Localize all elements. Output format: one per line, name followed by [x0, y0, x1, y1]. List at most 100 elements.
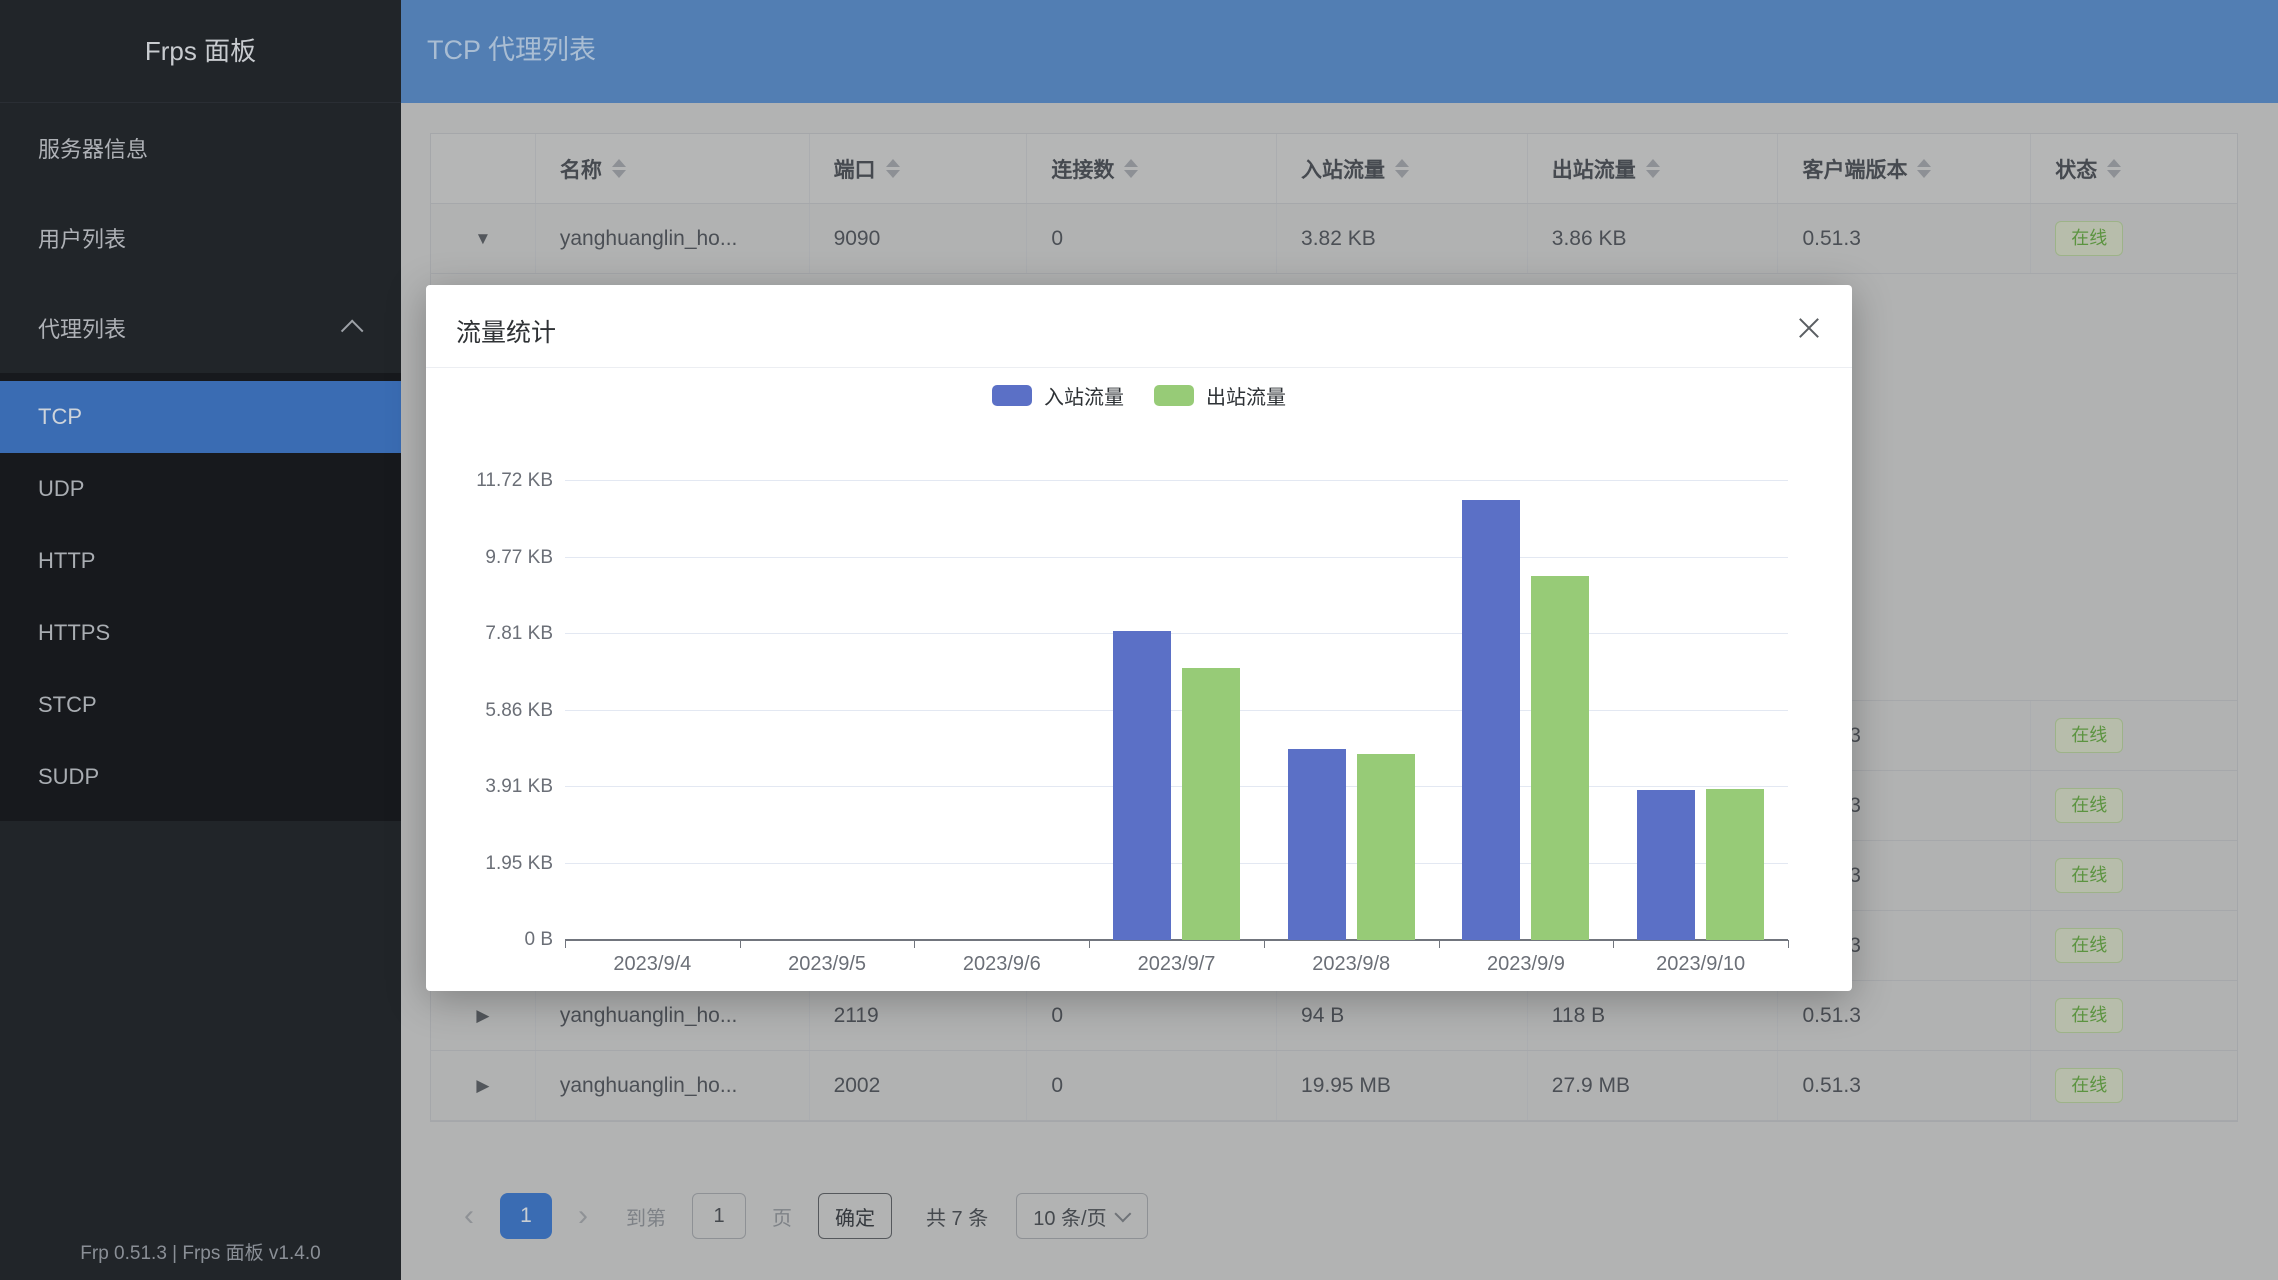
- column-header-name[interactable]: 名称: [536, 134, 810, 203]
- category-slot: [1264, 481, 1439, 940]
- sidebar-item-label: 服务器信息: [38, 132, 148, 164]
- sort-asc-icon[interactable]: [1124, 159, 1138, 167]
- sort-asc-icon[interactable]: [2107, 159, 2121, 167]
- sort-asc-icon[interactable]: [886, 159, 900, 167]
- column-label: 状态: [2055, 154, 2097, 184]
- column-header-status[interactable]: 状态: [2031, 134, 2237, 203]
- y-tick-label: 11.72 KB: [476, 470, 553, 492]
- column-header-connections[interactable]: 连接数: [1027, 134, 1277, 203]
- sort-icons: [1395, 159, 1409, 178]
- sort-desc-icon[interactable]: [1395, 170, 1409, 178]
- x-tick-label: 2023/9/5: [740, 953, 915, 976]
- cell-client_version: 0.51.3: [1778, 1051, 2031, 1120]
- sidebar-subitem-stcp[interactable]: STCP: [0, 669, 401, 741]
- cell-status: 在线: [2031, 204, 2237, 273]
- y-tick-label: 5.86 KB: [485, 700, 553, 722]
- cell-traffic_in: 19.95 MB: [1277, 1051, 1528, 1120]
- x-axis-labels: 2023/9/42023/9/52023/9/62023/9/72023/9/8…: [565, 953, 1788, 976]
- legend-item[interactable]: 入站流量: [992, 381, 1124, 410]
- confirm-button[interactable]: 确定: [818, 1193, 892, 1239]
- sidebar-item-user-list[interactable]: 用户列表: [0, 193, 401, 283]
- next-page-icon[interactable]: ›: [578, 1194, 588, 1238]
- column-label: 客户端版本: [1802, 154, 1907, 184]
- sidebar-subitem-tcp[interactable]: TCP: [0, 381, 401, 453]
- expand-row-icon[interactable]: ▶: [476, 1006, 489, 1026]
- cell-text: 94 B: [1301, 1004, 1344, 1028]
- sort-desc-icon[interactable]: [1917, 170, 1931, 178]
- sidebar-item-label: 用户列表: [38, 222, 126, 254]
- prev-page-icon[interactable]: ‹: [464, 1194, 474, 1238]
- traffic-stats-modal: 流量统计 入站流量出站流量 0 B1.95 KB3.91 KB5.86 KB7.…: [426, 285, 1852, 991]
- sidebar-item-server-info[interactable]: 服务器信息: [0, 103, 401, 193]
- table-row[interactable]: ▼yanghuanglin_ho...909003.82 KB3.86 KB0.…: [431, 204, 2237, 274]
- sort-desc-icon[interactable]: [612, 170, 626, 178]
- bar-入站流量: [1637, 790, 1695, 940]
- sidebar-subitem-label: TCP: [38, 404, 82, 430]
- sort-desc-icon[interactable]: [1124, 170, 1138, 178]
- table-row[interactable]: ▶yanghuanglin_ho...2002019.95 MB27.9 MB0…: [431, 1051, 2237, 1121]
- sort-asc-icon[interactable]: [1917, 159, 1931, 167]
- sort-desc-icon[interactable]: [1646, 170, 1660, 178]
- page-size-select[interactable]: 10 条/页: [1016, 1193, 1147, 1239]
- sort-desc-icon[interactable]: [2107, 170, 2121, 178]
- x-axis-tick: [1788, 940, 1789, 948]
- collapse-row-icon[interactable]: ▼: [475, 229, 492, 249]
- column-header-traffic_out[interactable]: 出站流量: [1528, 134, 1779, 203]
- x-axis-tick: [1439, 940, 1440, 948]
- bar-入站流量: [1113, 631, 1171, 940]
- cell-text: 2002: [834, 1074, 881, 1098]
- sidebar-subitem-label: STCP: [38, 692, 97, 718]
- legend-item[interactable]: 出站流量: [1154, 381, 1286, 410]
- sort-icons: [1917, 159, 1931, 178]
- x-axis-tick: [1613, 940, 1614, 948]
- x-tick-label: 2023/9/9: [1439, 953, 1614, 976]
- cell-text: 0: [1051, 1004, 1063, 1028]
- legend-swatch: [1154, 385, 1194, 406]
- column-label: 出站流量: [1552, 154, 1636, 184]
- close-icon[interactable]: [1794, 313, 1824, 343]
- table-row[interactable]: ▶yanghuanglin_ho...2119094 B118 B0.51.3在…: [431, 981, 2237, 1051]
- sidebar-subitem-http[interactable]: HTTP: [0, 525, 401, 597]
- status-badge: 在线: [2055, 1068, 2123, 1103]
- cell-text: 2119: [834, 1004, 879, 1028]
- x-axis-tick: [740, 940, 741, 948]
- bar-出站流量: [1357, 754, 1415, 940]
- column-label: 连接数: [1051, 154, 1114, 184]
- column-header-traffic_in[interactable]: 入站流量: [1277, 134, 1528, 203]
- category-slot: [914, 481, 1089, 940]
- sidebar-item-proxy-list[interactable]: 代理列表: [0, 283, 401, 373]
- sidebar-subitem-https[interactable]: HTTPS: [0, 597, 401, 669]
- sort-icons: [612, 159, 626, 178]
- column-label: 入站流量: [1301, 154, 1385, 184]
- page-1-button[interactable]: 1: [500, 1193, 552, 1239]
- sort-desc-icon[interactable]: [886, 170, 900, 178]
- sort-asc-icon[interactable]: [1646, 159, 1660, 167]
- bar-入站流量: [1288, 749, 1346, 940]
- sort-icons: [1646, 159, 1660, 178]
- sidebar-subitem-sudp[interactable]: SUDP: [0, 741, 401, 813]
- legend-label: 入站流量: [1044, 381, 1124, 410]
- jump-page-input[interactable]: [692, 1193, 746, 1239]
- cell-name: yanghuanglin_ho...: [536, 981, 810, 1050]
- x-axis-tick: [565, 940, 566, 948]
- sort-asc-icon[interactable]: [1395, 159, 1409, 167]
- bar-出站流量: [1531, 576, 1589, 940]
- sidebar-item-label: 代理列表: [38, 312, 126, 344]
- cell-port: 2002: [810, 1051, 1028, 1120]
- y-axis-labels: 0 B1.95 KB3.91 KB5.86 KB7.81 KB9.77 KB11…: [426, 481, 553, 940]
- cell-expand: ▼: [431, 204, 536, 273]
- column-header-client_version[interactable]: 客户端版本: [1778, 134, 2031, 203]
- page-title: TCP 代理列表: [427, 0, 596, 100]
- cell-text: 3.82 KB: [1301, 227, 1376, 251]
- status-badge: 在线: [2055, 788, 2123, 823]
- sort-asc-icon[interactable]: [612, 159, 626, 167]
- cell-text: 27.9 MB: [1552, 1074, 1630, 1098]
- column-header-port[interactable]: 端口: [810, 134, 1028, 203]
- version-footer: Frp 0.51.3 | Frps 面板 v1.4.0: [0, 1235, 401, 1280]
- sidebar-subitem-udp[interactable]: UDP: [0, 453, 401, 525]
- cell-text: 0.51.3: [1802, 1004, 1860, 1028]
- sidebar-subitem-label: HTTP: [38, 548, 95, 574]
- chevron-down-icon: [1114, 1205, 1131, 1222]
- cell-text: yanghuanglin_ho...: [560, 1074, 738, 1098]
- expand-row-icon[interactable]: ▶: [476, 1076, 489, 1096]
